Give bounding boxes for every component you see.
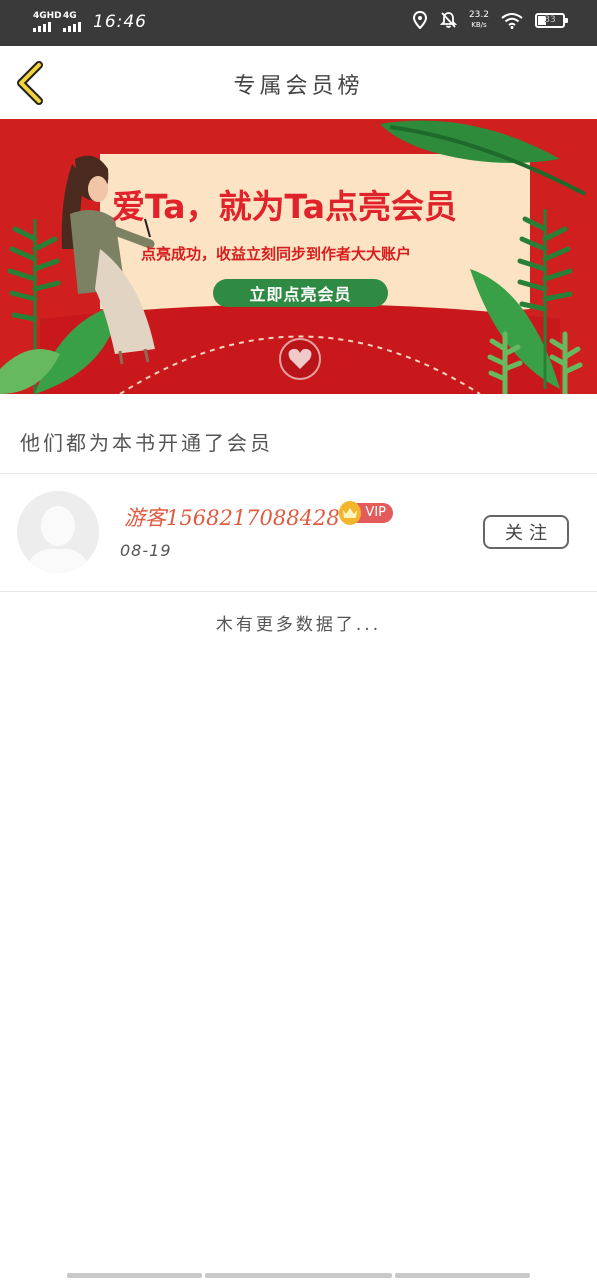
speed-value: 23.2	[468, 10, 489, 20]
page-title: 专属会员榜	[233, 74, 364, 99]
battery-icon: 33	[535, 12, 568, 28]
speed-unit: KB/s	[471, 21, 487, 29]
follow-button[interactable]: 关注	[483, 515, 569, 549]
vip-banner[interactable]: 爱Ta，就为Ta点亮会员 点亮成功，收益立刻同步到作者大大账户 立即点亮会员	[0, 119, 597, 394]
no-more-data: 木有更多数据了...	[215, 615, 382, 635]
avatar[interactable]	[17, 491, 99, 573]
signal-icon-2: 4G	[63, 11, 81, 32]
status-time: 16:46	[93, 12, 147, 32]
status-right: 23.2 KB/s 33	[412, 10, 568, 30]
divider	[0, 473, 597, 474]
banner-headline: 爱Ta，就为Ta点亮会员	[112, 187, 458, 226]
supporters-heading: 他们都为本书开通了会员	[20, 431, 273, 455]
battery-percent: 33	[544, 14, 556, 25]
gesture-bar-left	[67, 1273, 202, 1278]
default-avatar-icon	[17, 491, 99, 573]
network-speed: 23.2 KB/s	[469, 10, 489, 30]
status-bar: 4GHD 4G 16:46 23.2 KB/s 33	[0, 0, 597, 46]
wifi-icon	[501, 12, 523, 29]
gesture-bar-center	[205, 1273, 392, 1278]
mute-bell-icon	[439, 12, 457, 28]
light-up-vip-button[interactable]: 立即点亮会员	[213, 279, 388, 307]
vip-badge: VIP	[339, 501, 393, 525]
location-icon	[412, 11, 427, 29]
network-type-1: 4GHD	[33, 11, 62, 21]
signal-icon: 4GHD	[33, 11, 62, 32]
gesture-bar-right	[395, 1273, 530, 1278]
header: 专属会员榜	[0, 46, 597, 120]
network-type-2: 4G	[63, 11, 77, 21]
divider	[0, 591, 597, 592]
banner-subtitle: 点亮成功，收益立刻同步到作者大大账户	[141, 245, 412, 263]
member-name[interactable]: 游客15682170884​28	[124, 502, 340, 532]
status-left: 4GHD 4G 16:46	[33, 11, 147, 32]
member-date: 08-19	[120, 541, 172, 560]
